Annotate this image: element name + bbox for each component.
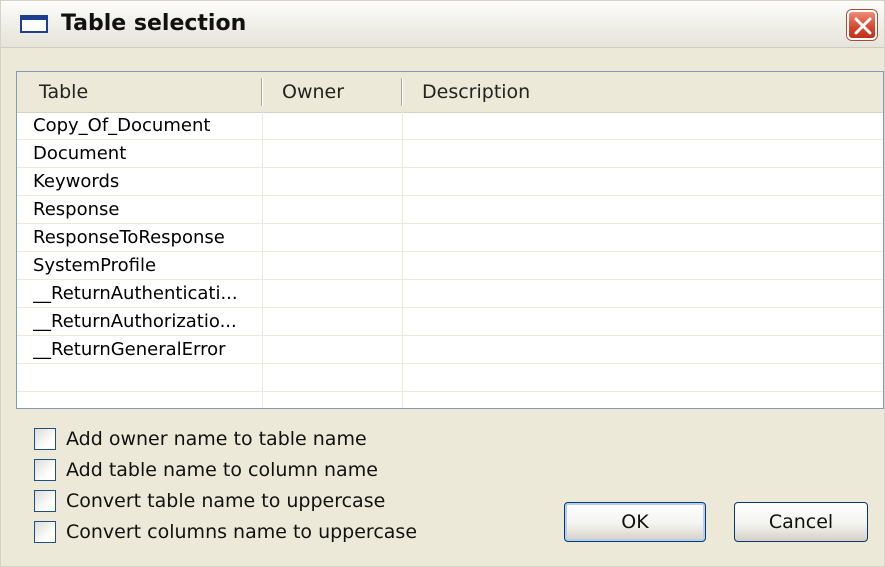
owner-cell: [267, 393, 397, 419]
description-cell: [407, 309, 877, 335]
table-row[interactable]: __ReturnGeneralError: [17, 337, 883, 364]
ok-button[interactable]: OK: [564, 502, 706, 542]
table-row[interactable]: [17, 393, 883, 420]
table-row[interactable]: [17, 365, 883, 392]
table-name-cell: __ReturnGeneralError: [33, 339, 226, 360]
owner-cell: [267, 337, 397, 363]
option-label: Convert columns name to uppercase: [66, 521, 418, 543]
option-label: Convert table name to uppercase: [66, 490, 386, 512]
table-name-cell: [33, 365, 259, 391]
table-name-cell: Document: [33, 143, 127, 164]
owner-cell: [267, 113, 397, 139]
table-name-cell: Copy_Of_Document: [33, 115, 211, 136]
grid-header: Table Owner Description: [17, 72, 883, 113]
description-cell: [407, 113, 877, 139]
title-bar[interactable]: Table selection: [1, 1, 884, 48]
description-cell: [407, 393, 877, 419]
table-row[interactable]: Response: [17, 197, 883, 224]
cancel-button[interactable]: Cancel: [734, 502, 868, 542]
owner-cell: [267, 141, 397, 167]
option-label: Add owner name to table name: [66, 428, 367, 450]
table-row[interactable]: __ReturnAuthenticati...: [17, 281, 883, 308]
description-cell: [407, 365, 877, 391]
table-grid[interactable]: Table Owner Description Copy_Of_Document…: [16, 71, 884, 420]
table-selection-dialog: Table selection Table Owner Description …: [0, 0, 885, 567]
owner-cell: [267, 281, 397, 307]
owner-cell: [267, 365, 397, 391]
table-name-cell: __ReturnAuthorizatio...: [33, 311, 237, 332]
option-label: Add table name to column name: [66, 459, 378, 481]
description-cell: [407, 337, 877, 363]
table-uppercase-checkbox[interactable]: [34, 490, 56, 512]
table-name-cell: __ReturnAuthenticati...: [33, 283, 238, 304]
column-divider[interactable]: [261, 78, 262, 106]
table-row[interactable]: Keywords: [17, 169, 883, 196]
window-icon: [20, 15, 48, 33]
close-icon: [854, 17, 872, 35]
owner-cell: [267, 309, 397, 335]
table-name-cell: Response: [33, 199, 120, 220]
table-row[interactable]: ResponseToResponse: [17, 225, 883, 252]
column-divider[interactable]: [401, 78, 402, 106]
column-header-description[interactable]: Description: [422, 72, 530, 112]
table-name-cell: SystemProfile: [33, 255, 157, 276]
window-title: Table selection: [61, 11, 247, 36]
owner-cell: [267, 253, 397, 279]
table-row[interactable]: Copy_Of_Document: [17, 113, 883, 140]
column-header-table[interactable]: Table: [39, 72, 88, 112]
table-row[interactable]: __ReturnAuthorizatio...: [17, 309, 883, 336]
description-cell: [407, 141, 877, 167]
owner-cell: [267, 225, 397, 251]
add-owner-name-checkbox[interactable]: [34, 428, 56, 450]
table-row[interactable]: SystemProfile: [17, 253, 883, 280]
description-cell: [407, 197, 877, 223]
table-name-cell: Keywords: [33, 171, 120, 192]
column-header-owner[interactable]: Owner: [282, 72, 344, 112]
table-name-cell: ResponseToResponse: [33, 227, 225, 248]
description-cell: [407, 169, 877, 195]
owner-cell: [267, 197, 397, 223]
close-button[interactable]: [847, 10, 877, 40]
table-row[interactable]: Document: [17, 141, 883, 168]
add-table-name-checkbox[interactable]: [34, 459, 56, 481]
description-cell: [407, 253, 877, 279]
description-cell: [407, 281, 877, 307]
owner-cell: [267, 169, 397, 195]
description-cell: [407, 225, 877, 251]
table-name-cell: [33, 393, 259, 419]
columns-uppercase-checkbox[interactable]: [34, 521, 56, 543]
